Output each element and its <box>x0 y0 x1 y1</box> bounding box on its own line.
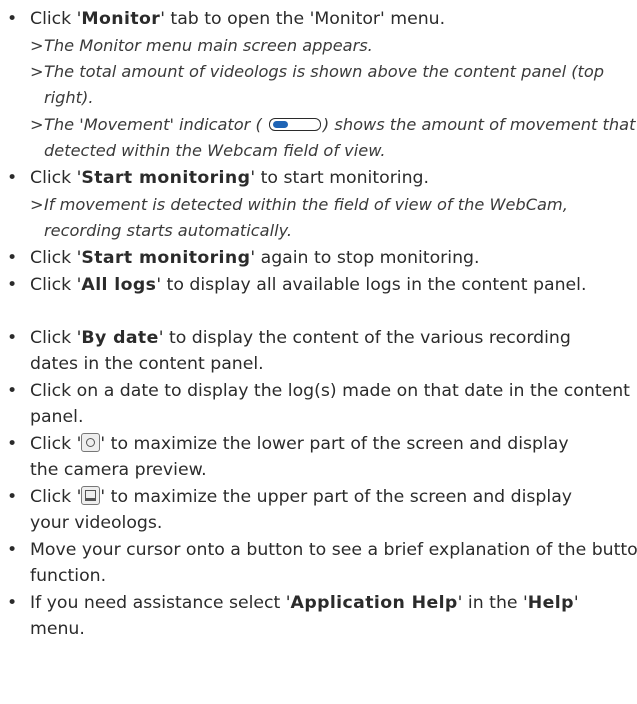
result-note: > If movement is detected within the fie… <box>0 192 637 244</box>
note-text: The 'Movement' indicator ( <box>44 115 262 134</box>
bullet-marker: • <box>7 540 18 560</box>
note-marker: > <box>30 195 44 214</box>
note-text: The total amount of videologs is shown a… <box>44 62 605 107</box>
note-text: The Monitor menu main screen appears. <box>44 36 373 55</box>
result-note: > The total amount of videologs is shown… <box>0 59 637 111</box>
note-marker: > <box>30 62 44 81</box>
list-item: • Click on a date to display the log(s) … <box>0 378 637 430</box>
bullet-marker: • <box>7 434 18 454</box>
item-text: Click ' <box>30 487 82 507</box>
bullet-marker: • <box>7 381 18 401</box>
item-bold-text: Application Help <box>290 593 458 613</box>
note-marker: > <box>30 36 44 55</box>
bullet-marker: • <box>7 168 18 188</box>
item-text: Click ' <box>30 275 82 295</box>
item-text: Move your cursor onto a button to see a … <box>30 540 637 586</box>
item-bold-text: Start monitoring <box>81 248 251 268</box>
movement-indicator-icon <box>268 118 321 131</box>
list-item: • If you need assistance select 'Applica… <box>0 590 600 642</box>
bullet-marker: • <box>7 593 18 613</box>
camera-preview-icon <box>81 433 101 452</box>
list-item: • Move your cursor onto a button to see … <box>0 537 637 589</box>
bullet-marker: • <box>7 9 18 29</box>
item-text: Click ' <box>30 434 82 454</box>
item-text: Click ' <box>30 9 82 29</box>
item-text: Click ' <box>30 168 82 188</box>
item-text: ' to maximize the lower part of the scre… <box>30 434 569 480</box>
item-text: ' in the ' <box>457 593 528 613</box>
item-text: ' to display all available logs in the c… <box>156 275 587 295</box>
item-bold-text: By date <box>81 328 159 348</box>
item-bold-text: All logs <box>81 275 157 295</box>
item-text: Click ' <box>30 328 82 348</box>
bullet-marker: • <box>7 275 18 295</box>
item-text: If you need assistance select ' <box>30 593 291 613</box>
list-item: • Click ' ' to maximize the lower part of… <box>0 431 590 483</box>
list-item: • Click 'By date' to display the content… <box>0 325 600 377</box>
item-text: ' to start monitoring. <box>250 168 430 188</box>
item-text: ' again to stop monitoring. <box>250 248 480 268</box>
note-text: If movement is detected within the field… <box>44 195 568 240</box>
list-item: • Click 'All logs' to display all availa… <box>0 272 600 298</box>
note-marker: > <box>30 115 44 134</box>
movement-indicator-fill <box>272 121 288 128</box>
videolog-screen-icon <box>81 486 101 505</box>
item-text: ' to maximize the upper part of the scre… <box>30 487 573 533</box>
item-bold-text: Help <box>527 593 574 613</box>
list-item: • Click 'Monitor' tab to open the 'Monit… <box>0 6 637 32</box>
result-note: > The 'Movement' indicator ( ) shows the… <box>0 112 637 164</box>
bullet-marker: • <box>7 487 18 507</box>
result-note: > The Monitor menu main screen appears. <box>0 33 637 59</box>
item-bold-text: Monitor <box>81 9 161 29</box>
list-item: • Click 'Start monitoring' again to stop… <box>0 245 637 271</box>
item-bold-text: Start monitoring <box>81 168 251 188</box>
item-text: Click on a date to display the log(s) ma… <box>30 381 630 427</box>
bullet-marker: • <box>7 328 18 348</box>
bullet-marker: • <box>7 248 18 268</box>
item-text: ' tab to open the 'Monitor' menu. <box>160 9 446 29</box>
item-text: Click ' <box>30 248 82 268</box>
list-item: • Click 'Start monitoring' to start moni… <box>0 165 637 191</box>
list-item: • Click ' ' to maximize the upper part of… <box>0 484 590 536</box>
